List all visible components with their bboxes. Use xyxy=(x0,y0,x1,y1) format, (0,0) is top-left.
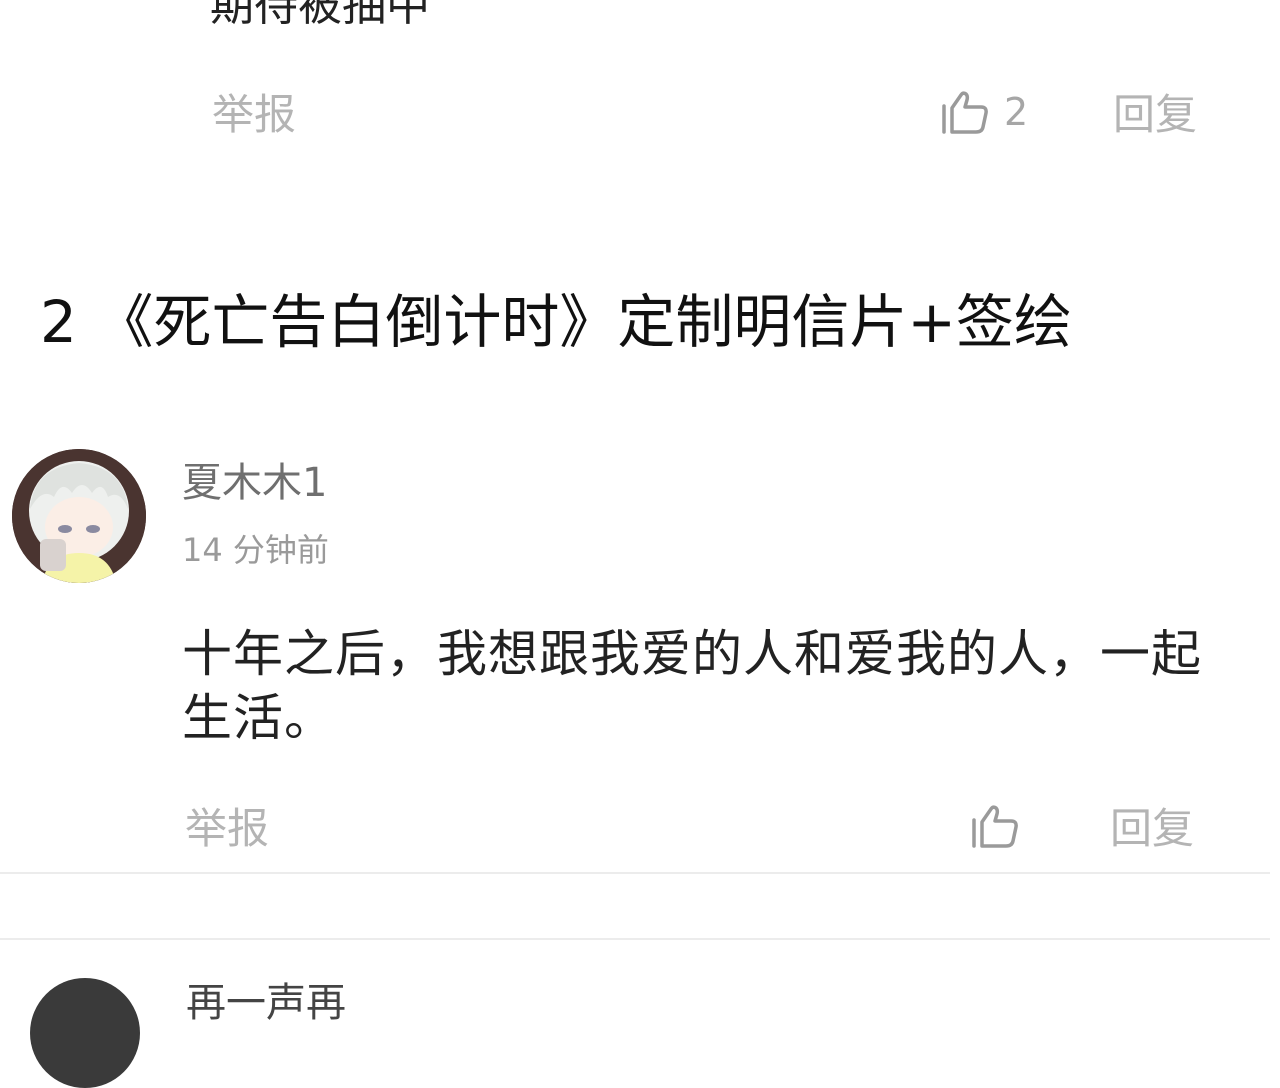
like-button[interactable] xyxy=(970,802,1020,850)
avatar[interactable] xyxy=(30,978,140,1088)
next-comment-username[interactable]: 再一声再 xyxy=(186,978,346,1028)
reply-button[interactable]: 回复 xyxy=(1110,804,1194,854)
previous-report-button[interactable]: 举报 xyxy=(212,90,296,140)
divider xyxy=(0,872,1270,874)
section-title: 2 《死亡告白倒计时》定制明信片+签绘 xyxy=(40,288,1072,356)
thumbs-up-icon xyxy=(940,88,990,136)
divider xyxy=(0,938,1270,940)
previous-comment-body: 期待被抽中 xyxy=(210,0,430,31)
report-button[interactable]: 举报 xyxy=(185,804,269,854)
comment-timestamp: 14 分钟前 xyxy=(182,531,329,569)
previous-reply-button[interactable]: 回复 xyxy=(1113,90,1197,140)
comment-body: 十年之后，我想跟我爱的人和爱我的人，一起生活。 xyxy=(182,625,1202,747)
like-count: 2 xyxy=(1004,90,1029,134)
thumbs-up-icon xyxy=(970,802,1020,850)
comment-username[interactable]: 夏木木1 xyxy=(182,458,327,508)
avatar[interactable] xyxy=(12,449,146,583)
previous-like-button[interactable]: 2 xyxy=(940,88,1028,136)
